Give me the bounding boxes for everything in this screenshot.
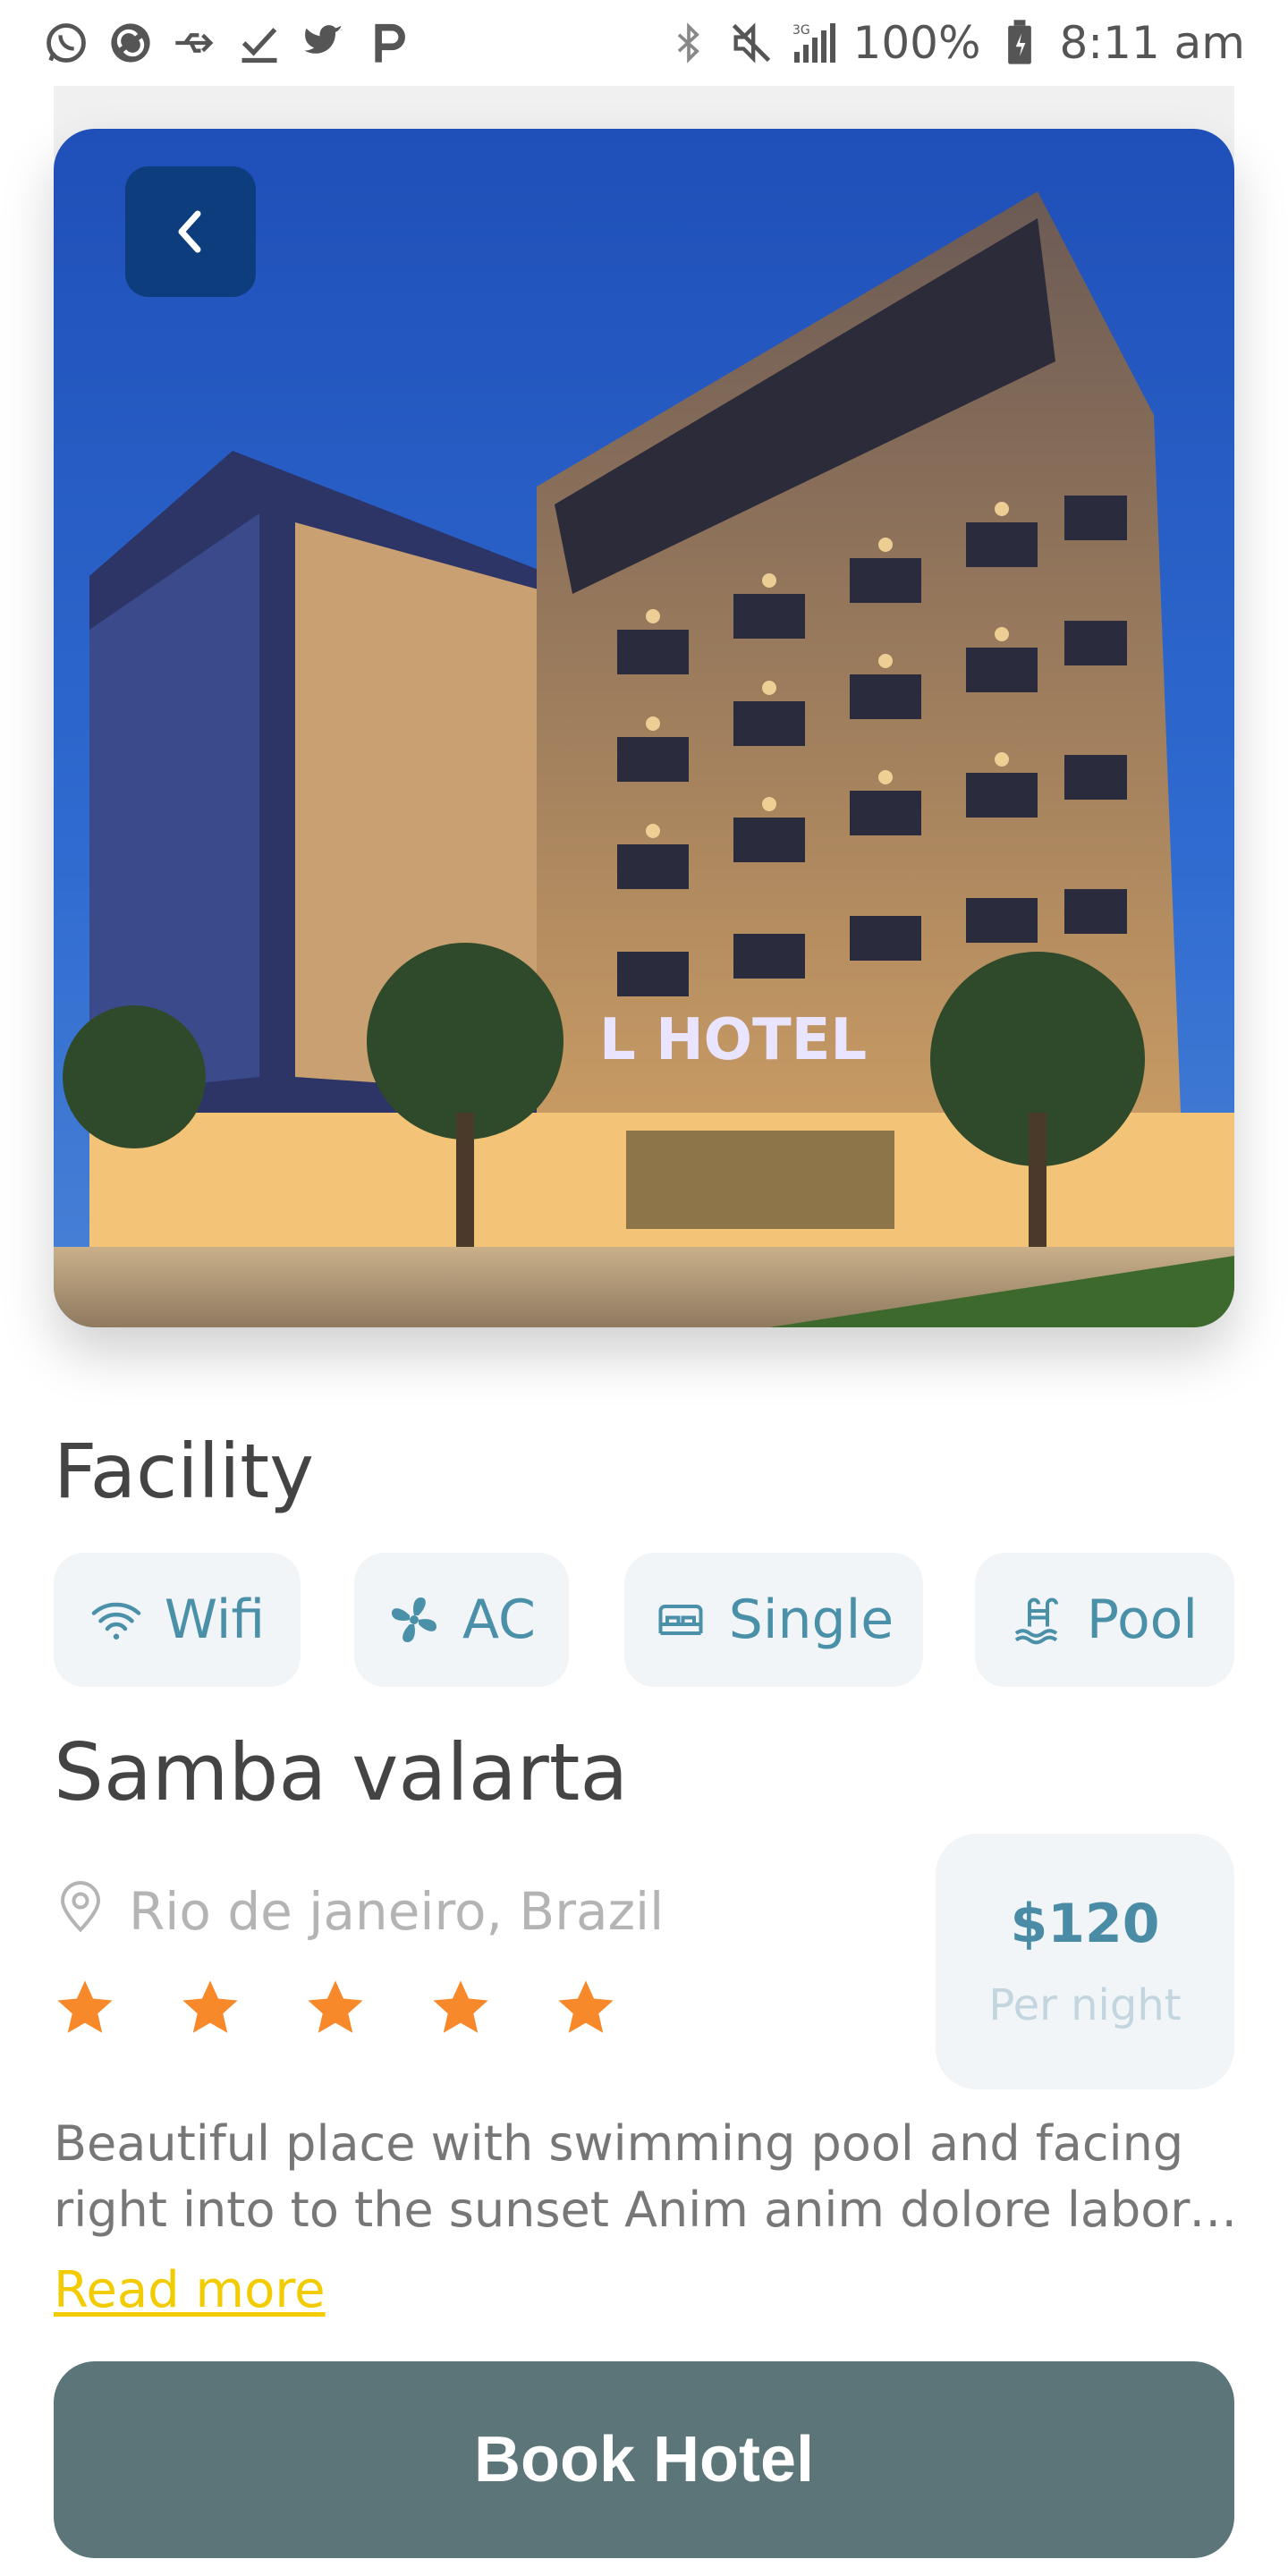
wifi-icon [89, 1593, 143, 1647]
fan-icon [387, 1593, 441, 1647]
bed-icon [654, 1593, 708, 1647]
download-done-icon [236, 20, 283, 66]
hotel-location: Rio de janeiro, Brazil [57, 1878, 664, 1945]
hotel-building-illustration: L HOTEL [54, 129, 1234, 1327]
chevron-left-icon [178, 210, 201, 253]
hotel-photo: L HOTEL [54, 129, 1234, 1327]
facility-chip-label: Wifi [164, 1589, 266, 1651]
notification-icons [43, 14, 411, 72]
facility-chip-wifi[interactable]: Wifi [54, 1553, 301, 1687]
bluetooth-icon [665, 20, 712, 66]
star-icon [558, 1980, 614, 2033]
battery-percent: 100% [852, 17, 981, 69]
p-app-icon [365, 20, 411, 66]
usb-icon [172, 20, 218, 66]
location-pin-icon [57, 1878, 104, 1945]
star-icon [57, 1980, 113, 2033]
facility-chip-single[interactable]: Single [624, 1553, 923, 1687]
whatsapp-icon [43, 20, 89, 66]
price-unit: Per night [988, 1980, 1182, 2030]
hotel-sign: L HOTEL [599, 1007, 867, 1073]
signal-3g-icon: 3G [791, 20, 837, 66]
facility-chip-label: AC [462, 1589, 536, 1651]
facility-heading: Facility [54, 1428, 314, 1515]
twitter-icon [301, 20, 347, 66]
sync-icon [107, 20, 154, 66]
facility-chip-label: Pool [1086, 1589, 1199, 1651]
system-status: 3G 100% 8:11 am [665, 11, 1245, 75]
clock: 8:11 am [1059, 17, 1245, 69]
pool-icon [1012, 1593, 1065, 1647]
star-icon [182, 1980, 238, 2033]
facility-chip-pool[interactable]: Pool [975, 1553, 1234, 1687]
svg-text:3G: 3G [792, 23, 810, 38]
price-card: $120 Per night [936, 1834, 1234, 2089]
facility-chips: Wifi AC Single Pool [54, 1553, 1234, 1687]
hotel-description: Beautiful place with swimming pool and f… [54, 2115, 1219, 2238]
star-rating [54, 1977, 617, 2039]
book-hotel-button[interactable]: Book Hotel [54, 2361, 1234, 2558]
price-amount: $120 [1010, 1893, 1160, 1955]
read-more-link[interactable]: Read more [54, 2261, 326, 2319]
hotel-name: Samba valarta [54, 1726, 629, 1818]
status-bar: 3G 100% 8:11 am [0, 0, 1288, 86]
battery-icon [996, 20, 1043, 66]
location-text: Rio de janeiro, Brazil [129, 1881, 665, 1942]
facility-chip-label: Single [728, 1589, 894, 1651]
mute-icon [728, 20, 775, 66]
facility-chip-ac[interactable]: AC [354, 1553, 569, 1687]
star-icon [433, 1980, 488, 2033]
star-icon [308, 1980, 363, 2033]
back-button[interactable] [125, 166, 256, 297]
